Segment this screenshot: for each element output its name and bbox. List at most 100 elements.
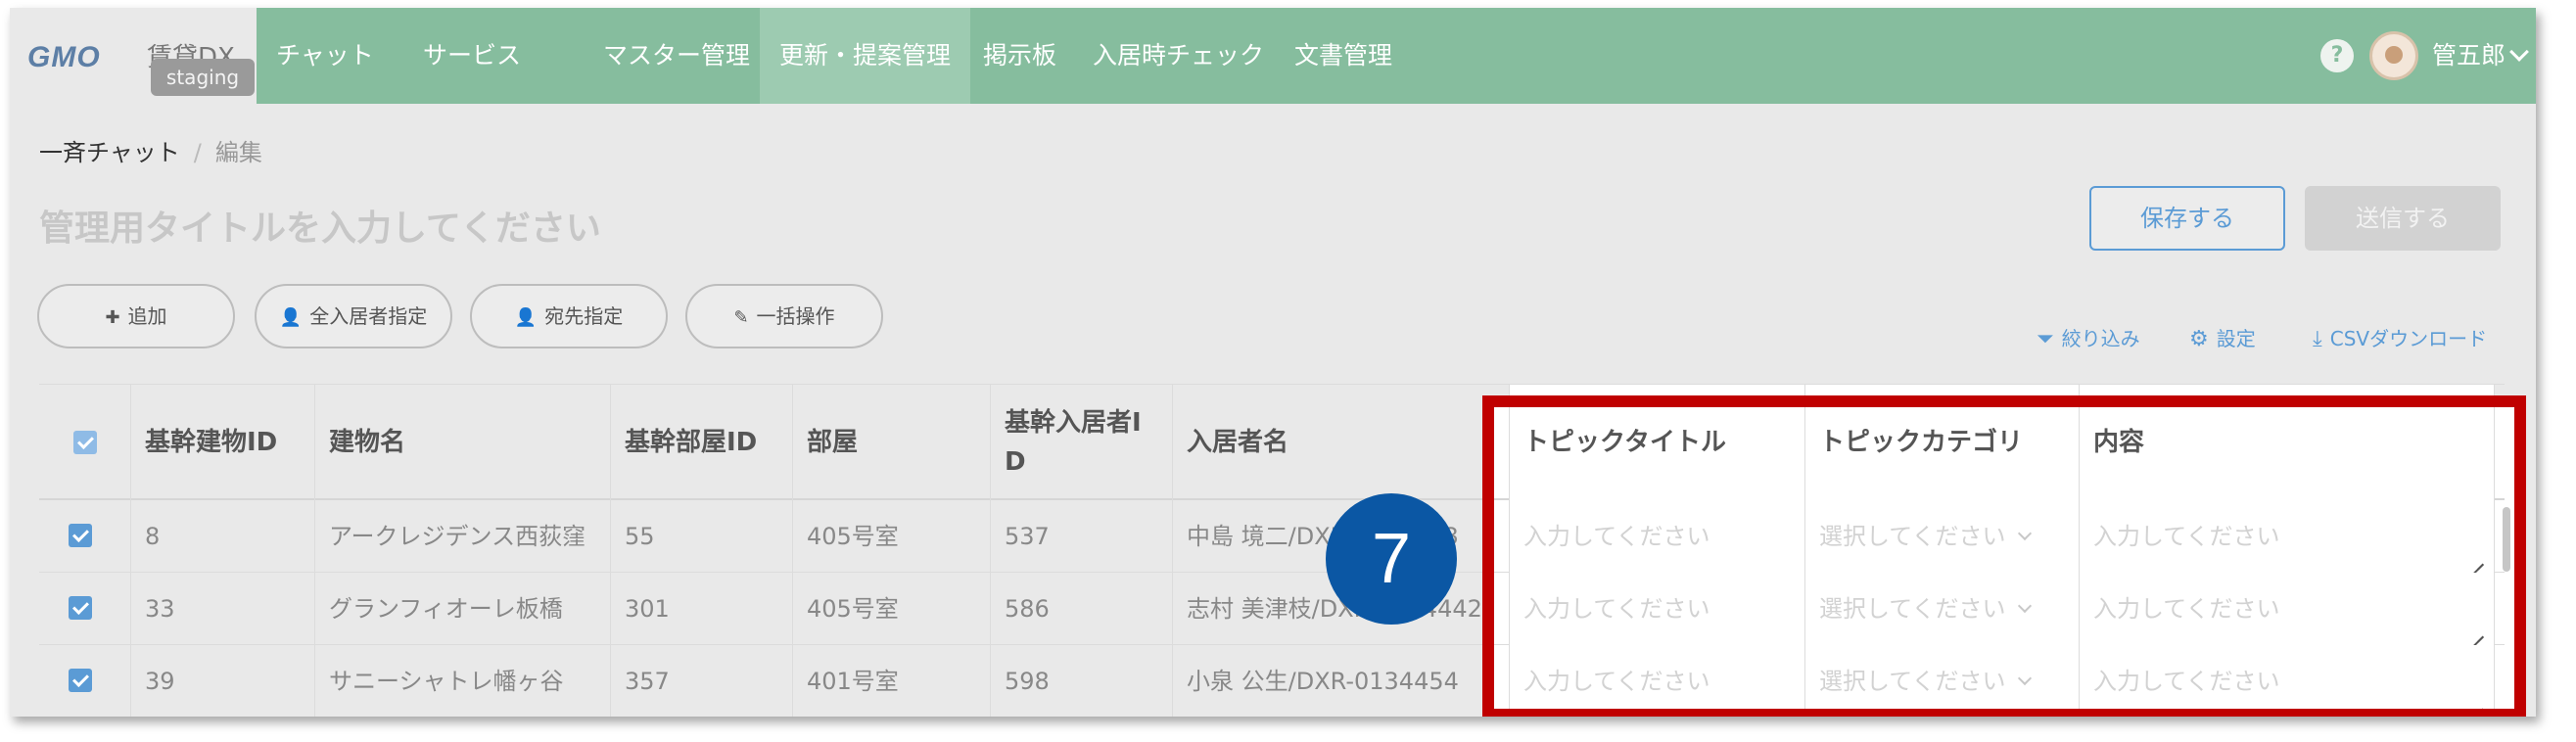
- table-row[interactable]: 8 アークレジデンス西荻窪 55 405号室 537 中島 境二/DXR-013…: [39, 500, 2505, 573]
- breadcrumb-parent[interactable]: 一斉チャット: [39, 139, 180, 166]
- chevron-down-icon: [2017, 671, 2032, 686]
- resize-handle-icon[interactable]: [2470, 696, 2484, 710]
- add-button[interactable]: ✚ 追加: [37, 284, 235, 348]
- nav-item-move-in-check[interactable]: 入居時チェック: [1093, 8, 1264, 104]
- csv-download-link[interactable]: ⤓ CSVダウンロード: [2313, 323, 2487, 351]
- col-content[interactable]: 内容: [2080, 385, 2495, 500]
- header-select-all[interactable]: [39, 385, 131, 500]
- add-label: 追加: [127, 304, 167, 328]
- topic-title-input[interactable]: 入力してください: [1510, 645, 1805, 717]
- row-checkbox[interactable]: [69, 524, 92, 547]
- user-name[interactable]: 管五郎: [2432, 8, 2506, 104]
- row-select-cell[interactable]: [39, 645, 131, 717]
- gmo-logo: GMO: [27, 41, 101, 73]
- recipient-table: 基幹建物ID 建物名 基幹部屋ID 部屋 基幹入居者ID 入居者名 トピックタイ…: [39, 384, 2505, 717]
- help-icon[interactable]: ?: [2320, 39, 2354, 72]
- topic-category-select[interactable]: 選択してください: [1805, 573, 2080, 645]
- plus-icon: ✚: [105, 307, 120, 328]
- breadcrumb: 一斉チャット / 編集: [39, 133, 262, 167]
- nav-item-board[interactable]: 掲示板: [983, 8, 1056, 104]
- select-all-checkbox[interactable]: [72, 431, 97, 454]
- settings-label: 設定: [2216, 327, 2256, 350]
- topic-title-input[interactable]: 入力してください: [1510, 500, 1805, 573]
- content-placeholder: 入力してください: [2093, 668, 2280, 695]
- cell-building-id: 33: [131, 573, 315, 645]
- filter-link[interactable]: ⏷ 絞り込み: [2037, 323, 2140, 351]
- resize-handle-icon[interactable]: [2470, 551, 2484, 565]
- filter-label: 絞り込み: [2061, 327, 2140, 350]
- nav-item-documents[interactable]: 文書管理: [1294, 8, 1392, 104]
- cell-room: 405号室: [793, 573, 991, 645]
- content-textarea[interactable]: 入力してください: [2080, 573, 2495, 645]
- col-topic-category[interactable]: トピックカテゴリ: [1805, 385, 2080, 500]
- user-icon: 👤: [279, 307, 303, 328]
- cell-room: 405号室: [793, 500, 991, 573]
- app-window: GMO 賃貸DX staging チャット サービス マスター管理 更新・提案管…: [10, 8, 2536, 717]
- logo-area[interactable]: GMO 賃貸DX staging: [10, 8, 257, 104]
- download-icon: ⤓: [2313, 327, 2322, 351]
- recipient-button[interactable]: 👤 宛先指定: [470, 284, 668, 348]
- content-textarea[interactable]: 入力してください: [2080, 500, 2495, 573]
- col-room[interactable]: 部屋: [793, 385, 991, 500]
- row-select-cell[interactable]: [39, 573, 131, 645]
- resize-handle-icon[interactable]: [2470, 624, 2484, 637]
- cell-building-id: 8: [131, 500, 315, 573]
- cell-building-name: サニーシャトレ幡ヶ谷: [315, 645, 611, 717]
- topic-category-select[interactable]: 選択してください: [1805, 645, 2080, 717]
- breadcrumb-current: 編集: [214, 139, 262, 166]
- nav-item-renewal[interactable]: 更新・提案管理: [760, 8, 971, 104]
- cell-room-id: 301: [611, 573, 793, 645]
- cell-room-id: 357: [611, 645, 793, 717]
- table-row[interactable]: 33 グランフィオーレ板橋 301 405号室 586 志村 美津枝/DXR-0…: [39, 573, 2505, 645]
- content-textarea[interactable]: 入力してください: [2080, 645, 2495, 717]
- row-checkbox[interactable]: [69, 669, 92, 692]
- topic-title-input[interactable]: 入力してください: [1510, 573, 1805, 645]
- save-button[interactable]: 保存する: [2089, 186, 2285, 251]
- content-placeholder: 入力してください: [2093, 595, 2280, 623]
- topic-category-placeholder: 選択してください: [1819, 595, 2006, 623]
- cell-resident-id: 586: [991, 573, 1173, 645]
- col-topic-title[interactable]: トピックタイトル: [1510, 385, 1805, 500]
- avatar[interactable]: [2369, 31, 2418, 80]
- table-row[interactable]: 39 サニーシャトレ幡ヶ谷 357 401号室 598 小泉 公生/DXR-01…: [39, 645, 2505, 717]
- step-number-badge: 7: [1326, 493, 1457, 625]
- cell-resident-id: 598: [991, 645, 1173, 717]
- content-placeholder: 入力してください: [2093, 523, 2280, 550]
- col-building-name[interactable]: 建物名: [315, 385, 611, 500]
- all-residents-label: 全入居者指定: [309, 304, 428, 328]
- breadcrumb-separator: /: [193, 139, 202, 166]
- topic-category-select[interactable]: 選択してください: [1805, 500, 2080, 573]
- title-input[interactable]: 管理用タイトルを入力してください: [39, 200, 601, 251]
- cell-room-id: 55: [611, 500, 793, 573]
- chevron-down-icon: [2017, 598, 2032, 614]
- recipient-label: 宛先指定: [544, 304, 624, 328]
- row-select-cell[interactable]: [39, 500, 131, 573]
- nav-item-master[interactable]: マスター管理: [603, 8, 750, 104]
- settings-link[interactable]: ⚙ 設定: [2189, 323, 2256, 351]
- nav-item-chat[interactable]: チャット: [276, 8, 374, 104]
- col-building-id[interactable]: 基幹建物ID: [131, 385, 315, 500]
- gear-icon: ⚙: [2189, 327, 2209, 351]
- cell-resident-id: 537: [991, 500, 1173, 573]
- col-resident-name[interactable]: 入居者名: [1173, 385, 1510, 500]
- bulk-action-label: 一括操作: [756, 304, 835, 328]
- col-resident-id[interactable]: 基幹入居者ID: [991, 385, 1173, 500]
- csv-download-label: CSVダウンロード: [2329, 327, 2488, 350]
- top-nav-bar: [10, 8, 2536, 104]
- chevron-down-icon: [2017, 526, 2032, 541]
- cell-building-name: グランフィオーレ板橋: [315, 573, 611, 645]
- nav-item-service[interactable]: サービス: [423, 8, 521, 104]
- topic-category-placeholder: 選択してください: [1819, 523, 2006, 550]
- cell-building-id: 39: [131, 645, 315, 717]
- table-header: 基幹建物ID 建物名 基幹部屋ID 部屋 基幹入居者ID 入居者名 トピックタイ…: [39, 385, 2505, 500]
- table-scrollbar[interactable]: [2503, 507, 2510, 572]
- all-residents-button[interactable]: 👤 全入居者指定: [255, 284, 452, 348]
- cell-room: 401号室: [793, 645, 991, 717]
- row-checkbox[interactable]: [69, 596, 92, 620]
- col-room-id[interactable]: 基幹部屋ID: [611, 385, 793, 500]
- cell-resident-name: 小泉 公生/DXR-0134454: [1173, 645, 1510, 717]
- topic-category-placeholder: 選択してください: [1819, 668, 2006, 695]
- bulk-action-button[interactable]: ✎ 一括操作: [685, 284, 883, 348]
- send-button[interactable]: 送信する: [2305, 186, 2501, 251]
- filter-icon: ⏷: [2037, 327, 2054, 351]
